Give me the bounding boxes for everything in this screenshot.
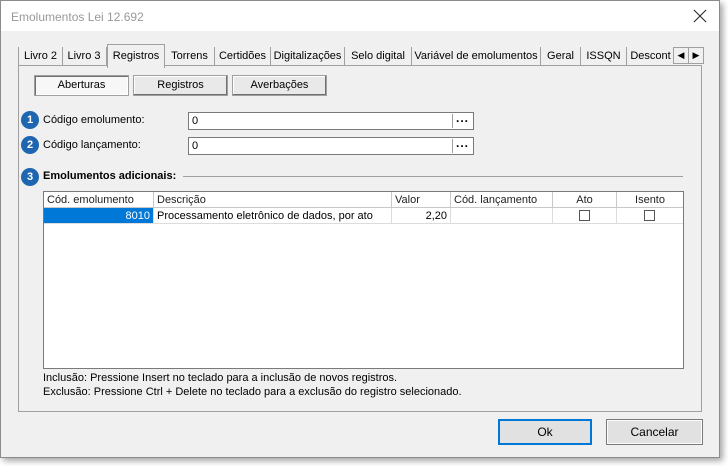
cell-cod-emolumento[interactable]: 8010 [44,208,154,224]
exclusao-hint: Exclusão: Pressione Ctrl + Delete no tec… [43,386,462,398]
codigo-lancamento-field[interactable]: 0 ... [188,137,474,155]
tab-livro-2[interactable]: Livro 2 [18,47,63,66]
codigo-emolumento-value: 0 [192,115,199,127]
tab-torrens[interactable]: Torrens [165,47,215,66]
tab-selo-digital[interactable]: Selo digital [345,47,412,66]
emolumentos-grid[interactable]: Cód. emolumento Descrição Valor Cód. lan… [43,191,684,369]
grid-header-valor[interactable]: Valor [392,192,451,208]
cell-descricao[interactable]: Processamento eletrônico de dados, por a… [154,208,392,224]
grid-header-isento[interactable]: Isento [617,192,683,208]
tab-descontos[interactable]: Descont [627,47,674,66]
codigo-emolumento-label: Código emolumento: [43,114,145,126]
codigo-lancamento-value: 0 [192,140,199,152]
window-title: Emolumentos Lei 12.692 [11,10,144,24]
tab-livro-3[interactable]: Livro 3 [62,47,107,66]
step-2-badge: 2 [21,136,39,154]
cancel-button[interactable]: Cancelar [606,419,703,445]
tab-variavel-emolumentos[interactable]: Variável de emolumentos [412,47,541,66]
grid-header-cod-emolumento[interactable]: Cód. emolumento [44,192,154,208]
subtab-aberturas[interactable]: Aberturas [34,75,129,96]
tab-geral[interactable]: Geral [541,47,581,66]
isento-checkbox[interactable] [644,210,655,221]
close-icon[interactable] [693,9,707,23]
title-bar: Emolumentos Lei 12.692 [1,1,719,31]
section-divider [183,176,683,177]
subtab-averbacoes[interactable]: Averbações [232,75,327,96]
step-3-badge: 3 [21,168,39,186]
emolumentos-adicionais-label: Emolumentos adicionais: [43,170,177,182]
ellipsis-icon[interactable]: ... [452,112,472,128]
cell-ato [553,208,617,224]
grid-header-descricao[interactable]: Descrição [154,192,392,208]
step-1-badge: 1 [21,111,39,129]
tab-digitalizacoes[interactable]: Digitalizações [271,47,345,66]
subtab-registros[interactable]: Registros [133,75,228,96]
ok-button[interactable]: Ok [498,419,592,445]
grid-header-cod-lancamento[interactable]: Cód. lançamento [451,192,553,208]
cell-cod-lancamento[interactable] [451,208,553,224]
ato-checkbox[interactable] [579,210,590,221]
codigo-emolumento-field[interactable]: 0 ... [188,112,474,130]
tab-strip: Livro 2 Livro 3 Registros Torrens Certid… [18,44,704,68]
inclusao-hint: Inclusão: Pressione Insert no teclado pa… [43,372,398,384]
chevron-right-icon[interactable]: ▶ [688,47,704,64]
tab-page-registros: Aberturas Registros Averbações 1 Código … [18,65,702,412]
chevron-left-icon[interactable]: ◀ [673,47,689,64]
ellipsis-icon[interactable]: ... [452,137,472,153]
codigo-lancamento-label: Código lançamento: [43,139,141,151]
grid-header-ato[interactable]: Ato [553,192,617,208]
dialog-window: Emolumentos Lei 12.692 Livro 2 Livro 3 R… [0,0,720,458]
tab-certidoes[interactable]: Certidões [215,47,271,66]
tab-issqn[interactable]: ISSQN [581,47,627,66]
cell-valor[interactable]: 2,20 [392,208,451,224]
tab-registros[interactable]: Registros [107,44,165,68]
cell-isento [617,208,683,224]
